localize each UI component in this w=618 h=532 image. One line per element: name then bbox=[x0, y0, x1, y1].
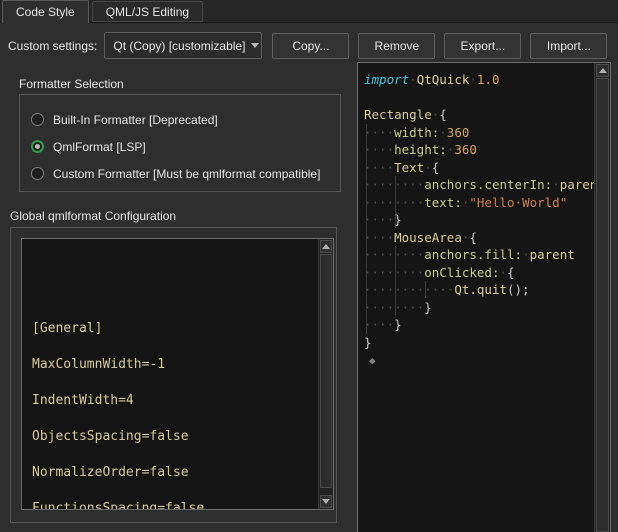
code-line: ····width:·360 bbox=[364, 124, 594, 142]
code-line: ········} bbox=[364, 299, 594, 317]
code-line: ····Text·{ bbox=[364, 159, 594, 177]
code-line: ········text:·"Hello·World" bbox=[364, 194, 594, 212]
radio-option-custom-formatter-must-be-qmlformat-compatible[interactable]: Custom Formatter [Must be qmlformat comp… bbox=[31, 160, 340, 187]
tab-qml-js-editing[interactable]: QML/JS Editing bbox=[92, 1, 203, 22]
code-line: ····} bbox=[364, 211, 594, 229]
code-line bbox=[364, 89, 594, 107]
config-editor-text: [General]MaxColumnWidth=-1IndentWidth=4O… bbox=[32, 311, 333, 510]
scrollbar-handle[interactable] bbox=[596, 78, 609, 532]
code-line: import·QtQuick·1.0 bbox=[364, 71, 594, 89]
tab-code-style[interactable]: Code Style bbox=[2, 0, 89, 23]
code-line: ············Qt.quit(); bbox=[364, 281, 594, 299]
export-button[interactable]: Export... bbox=[444, 33, 521, 59]
radio-option-qmlformat-lsp[interactable]: QmlFormat [LSP] bbox=[31, 133, 340, 160]
radio-icon bbox=[31, 140, 44, 153]
chevron-down-icon bbox=[251, 43, 259, 48]
triangle-up-icon bbox=[599, 68, 607, 73]
custom-settings-select[interactable]: Qt (Copy) [customizable] bbox=[104, 32, 262, 59]
end-of-code-marker-icon: ◆ bbox=[364, 354, 376, 367]
radio-option-built-in-formatter-deprecated[interactable]: Built-In Formatter [Deprecated] bbox=[31, 106, 340, 133]
config-line: IndentWidth=4 bbox=[32, 383, 333, 419]
radio-dot-icon bbox=[35, 144, 40, 149]
radio-option-label: Custom Formatter [Must be qmlformat comp… bbox=[53, 167, 320, 181]
triangle-down-icon bbox=[322, 499, 330, 504]
code-line: ········anchors.centerIn:·parent bbox=[364, 176, 594, 194]
code-scrollbar[interactable] bbox=[594, 63, 610, 532]
code-line: ····MouseArea·{ bbox=[364, 229, 594, 247]
config-editor[interactable]: [General]MaxColumnWidth=-1IndentWidth=4O… bbox=[21, 238, 334, 510]
remove-button[interactable]: Remove bbox=[358, 33, 435, 59]
custom-settings-label: Custom settings: bbox=[8, 39, 97, 53]
custom-settings-row: Custom settings: Qt (Copy) [customizable… bbox=[8, 32, 609, 59]
config-line: NormalizeOrder=false bbox=[32, 455, 333, 491]
code-line: ····} bbox=[364, 316, 594, 334]
formatter-selection-title: Formatter Selection bbox=[19, 77, 124, 91]
config-line: FunctionsSpacing=false bbox=[32, 491, 333, 510]
scroll-down-button[interactable] bbox=[320, 495, 332, 508]
radio-icon bbox=[31, 113, 44, 126]
tab-strip: Code StyleQML/JS Editing bbox=[0, 0, 618, 23]
global-config-title: Global qmlformat Configuration bbox=[10, 209, 176, 223]
code-line: Rectangle·{ bbox=[364, 106, 594, 124]
radio-option-label: QmlFormat [LSP] bbox=[53, 140, 146, 154]
code-preview-editor[interactable]: import·QtQuick·1.0 Rectangle·{····width:… bbox=[357, 62, 611, 532]
import-button[interactable]: Import... bbox=[530, 33, 607, 59]
code-line: ········anchors.fill:·parent bbox=[364, 246, 594, 264]
config-line: ObjectsSpacing=false bbox=[32, 419, 333, 455]
config-line: [General] bbox=[32, 311, 333, 347]
code-line: ········onClicked:·{ bbox=[364, 264, 594, 282]
action-buttons: Copy... Remove Export... Import... bbox=[272, 33, 607, 59]
copy-button[interactable]: Copy... bbox=[272, 33, 349, 59]
formatter-selection-group: Built-In Formatter [Deprecated] QmlFormat… bbox=[19, 94, 341, 192]
code-line: ····height:·360 bbox=[364, 141, 594, 159]
scroll-up-button[interactable] bbox=[320, 240, 332, 253]
scrollbar-handle[interactable] bbox=[320, 254, 332, 488]
code-line: } bbox=[364, 334, 594, 352]
radio-option-label: Built-In Formatter [Deprecated] bbox=[53, 113, 218, 127]
code-line: ◆ bbox=[364, 351, 594, 369]
scroll-up-button[interactable] bbox=[596, 64, 609, 77]
radio-icon bbox=[31, 167, 44, 180]
config-line: MaxColumnWidth=-1 bbox=[32, 347, 333, 383]
config-scrollbar[interactable] bbox=[318, 239, 333, 509]
custom-settings-selected-value: Qt (Copy) [customizable] bbox=[113, 39, 245, 53]
code-editor-text: import·QtQuick·1.0 Rectangle·{····width:… bbox=[358, 63, 594, 532]
global-config-group: [General]MaxColumnWidth=-1IndentWidth=4O… bbox=[10, 227, 337, 523]
triangle-up-icon bbox=[322, 244, 330, 249]
